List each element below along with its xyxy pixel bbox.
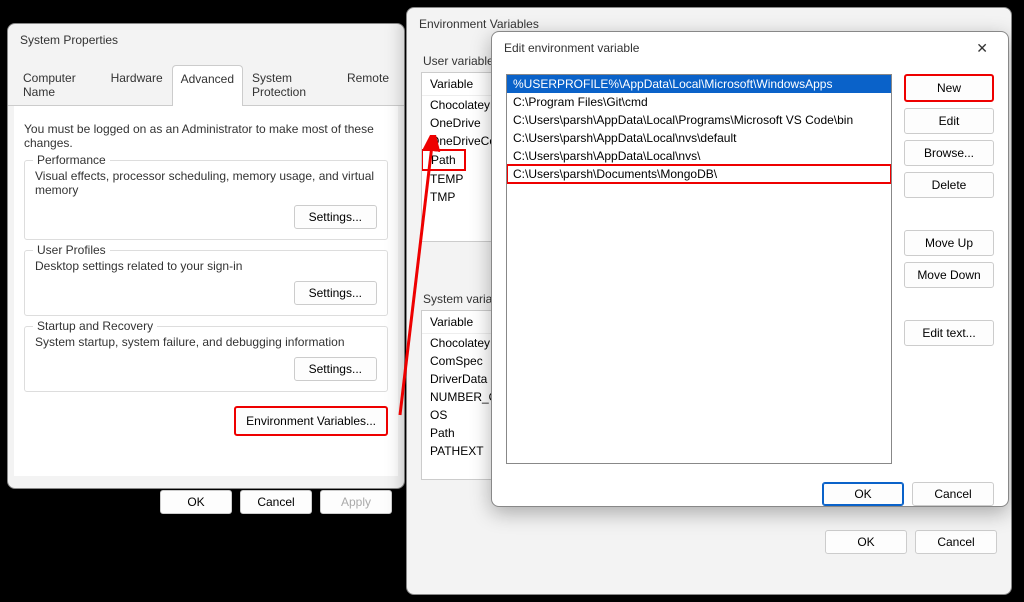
tab-remote[interactable]: Remote	[338, 64, 398, 105]
path-entry[interactable]: C:\Users\parsh\AppData\Local\nvs\	[507, 147, 891, 165]
col-variable: Variable	[422, 311, 481, 333]
performance-desc: Visual effects, processor scheduling, me…	[35, 169, 377, 197]
edit-cancel-button[interactable]: Cancel	[912, 482, 994, 506]
edit-text-button[interactable]: Edit text...	[904, 320, 994, 346]
startup-recovery-group: Startup and Recovery System startup, sys…	[24, 326, 388, 392]
envvars-footer: OK Cancel	[407, 520, 1011, 564]
edit-button[interactable]: Edit	[904, 108, 994, 134]
sysprops-ok-button[interactable]: OK	[160, 490, 232, 514]
performance-title: Performance	[33, 153, 110, 167]
startup-desc: System startup, system failure, and debu…	[35, 335, 377, 349]
path-entry[interactable]: C:\Users\parsh\AppData\Local\Programs\Mi…	[507, 111, 891, 129]
path-entry[interactable]: C:\Program Files\Git\cmd	[507, 93, 891, 111]
user-profiles-group: User Profiles Desktop settings related t…	[24, 250, 388, 316]
user-var-row-path[interactable]: Path	[422, 150, 465, 170]
startup-settings-button[interactable]: Settings...	[294, 357, 377, 381]
envvars-cancel-button[interactable]: Cancel	[915, 530, 997, 554]
user-profiles-title: User Profiles	[33, 243, 110, 257]
sysprops-cancel-button[interactable]: Cancel	[240, 490, 312, 514]
sysprops-titlebar[interactable]: System Properties	[8, 24, 404, 56]
startup-title: Startup and Recovery	[33, 319, 157, 333]
edit-title: Edit environment variable	[504, 41, 639, 55]
admin-note: You must be logged on as an Administrato…	[24, 122, 388, 150]
edit-titlebar[interactable]: Edit environment variable ✕	[492, 32, 1008, 64]
path-entries-list[interactable]: %USERPROFILE%\AppData\Local\Microsoft\Wi…	[506, 74, 892, 464]
sysprops-tabs: Computer Name Hardware Advanced System P…	[8, 64, 404, 106]
sysprops-title: System Properties	[20, 33, 118, 47]
close-icon[interactable]: ✕	[968, 36, 996, 61]
tab-hardware[interactable]: Hardware	[102, 64, 172, 105]
system-properties-window: System Properties Computer Name Hardware…	[7, 23, 405, 489]
edit-body: %USERPROFILE%\AppData\Local\Microsoft\Wi…	[492, 64, 1008, 474]
edit-environment-variable-dialog: Edit environment variable ✕ %USERPROFILE…	[491, 31, 1009, 507]
edit-buttons-column: New Edit Browse... Delete Move Up Move D…	[904, 74, 994, 464]
tab-system-protection[interactable]: System Protection	[243, 64, 338, 105]
user-profiles-settings-button[interactable]: Settings...	[294, 281, 377, 305]
path-entry[interactable]: %USERPROFILE%\AppData\Local\Microsoft\Wi…	[507, 75, 891, 93]
sysprops-footer: OK Cancel Apply	[8, 482, 404, 522]
move-up-button[interactable]: Move Up	[904, 230, 994, 256]
tab-advanced[interactable]: Advanced	[172, 65, 243, 106]
path-entry[interactable]: C:\Users\parsh\AppData\Local\nvs\default	[507, 129, 891, 147]
environment-variables-button[interactable]: Environment Variables...	[234, 406, 388, 436]
edit-ok-button[interactable]: OK	[822, 482, 904, 506]
user-profiles-desc: Desktop settings related to your sign-in	[35, 259, 377, 273]
sysprops-apply-button[interactable]: Apply	[320, 490, 392, 514]
col-variable: Variable	[422, 73, 481, 95]
envvars-ok-button[interactable]: OK	[825, 530, 907, 554]
performance-group: Performance Visual effects, processor sc…	[24, 160, 388, 240]
envvars-title: Environment Variables	[419, 17, 539, 31]
sysprops-body: You must be logged on as an Administrato…	[14, 106, 398, 476]
tab-computer-name[interactable]: Computer Name	[14, 64, 102, 105]
performance-settings-button[interactable]: Settings...	[294, 205, 377, 229]
edit-footer: OK Cancel	[492, 474, 1008, 518]
new-button[interactable]: New	[904, 74, 994, 102]
path-entry-mongodb[interactable]: C:\Users\parsh\Documents\MongoDB\	[507, 165, 891, 183]
move-down-button[interactable]: Move Down	[904, 262, 994, 288]
delete-button[interactable]: Delete	[904, 172, 994, 198]
browse-button[interactable]: Browse...	[904, 140, 994, 166]
